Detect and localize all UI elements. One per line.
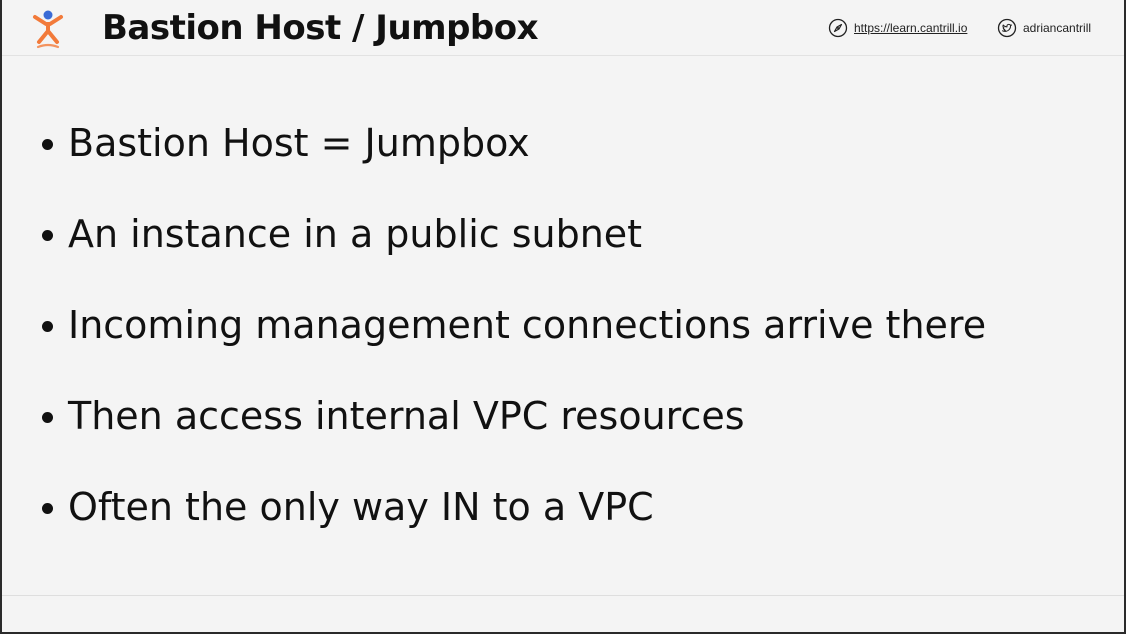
bullet-dot [42,503,53,514]
bullet-text: Often the only way IN to a VPC [68,485,654,529]
slide-header: Bastion Host / Jumpbox https://learn.can… [2,0,1124,56]
bullet-list: Bastion Host = Jumpbox An instance in a … [42,115,986,570]
bullet-dot [42,412,53,423]
bullet-item: Incoming management connections arrive t… [42,297,986,388]
compass-icon [828,18,848,38]
stick-figure-logo-icon [33,10,63,49]
website-link-text[interactable]: https://learn.cantrill.io [854,21,967,35]
bullet-dot [42,139,53,150]
bullet-text: Bastion Host = Jumpbox [68,121,530,165]
bullet-item: Then access internal VPC resources [42,388,986,479]
bullet-item: Bastion Host = Jumpbox [42,115,986,206]
slide: Bastion Host / Jumpbox https://learn.can… [2,0,1124,632]
footer-divider [2,595,1124,596]
bullet-text: An instance in a public subnet [68,212,643,256]
twitter-handle[interactable]: adriancantrill [997,17,1091,39]
twitter-bird-icon [997,18,1017,38]
bullet-dot [42,230,53,241]
bullet-item: An instance in a public subnet [42,206,986,297]
bullet-text: Incoming management connections arrive t… [68,303,987,347]
bullet-text: Then access internal VPC resources [68,394,745,438]
bullet-dot [42,321,53,332]
page-title: Bastion Host / Jumpbox [102,8,539,48]
bullet-item: Often the only way IN to a VPC [42,479,986,570]
twitter-handle-text[interactable]: adriancantrill [1023,21,1091,35]
website-link[interactable]: https://learn.cantrill.io [828,17,967,39]
